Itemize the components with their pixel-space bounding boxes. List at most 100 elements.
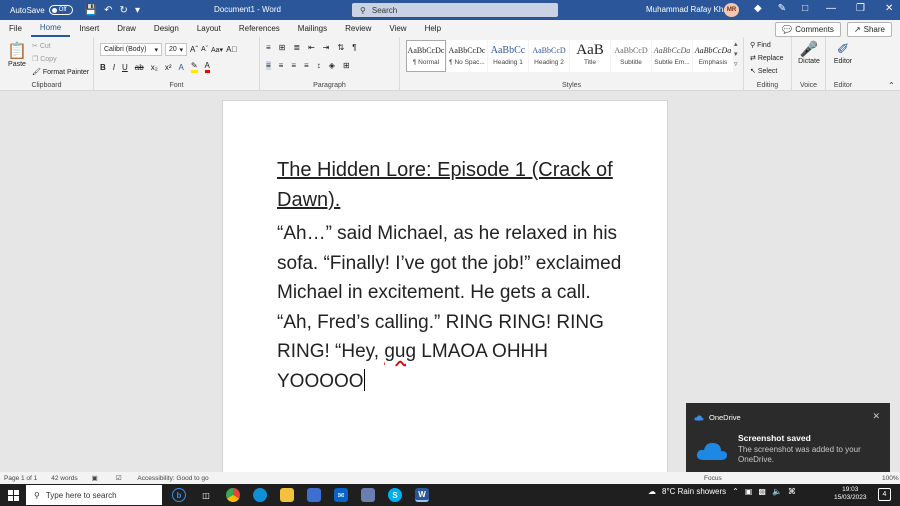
italic-icon[interactable]: I [113, 63, 115, 72]
copy-button[interactable]: ❐ Copy [32, 53, 89, 66]
find-button[interactable]: ⚲ Find [750, 39, 784, 52]
shrink-font-icon[interactable]: Aˇ [201, 46, 208, 53]
replace-button[interactable]: ⇄ Replace [750, 52, 784, 65]
style-heading-2[interactable]: AaBbCcD Heading 2 [529, 40, 569, 72]
style-subtitle[interactable]: AaBbCcD Subtitle [611, 40, 651, 72]
autosave[interactable]: AutoSave Off [10, 5, 73, 15]
superscript-icon[interactable]: x² [165, 63, 172, 72]
language-icon[interactable]: ⌘ [788, 487, 796, 496]
tab-insert[interactable]: Insert [70, 20, 108, 37]
highlight-icon[interactable]: ✎ [190, 61, 198, 73]
style-subtle-emphasis[interactable]: AaBbCcDa Subtle Em... [652, 40, 692, 72]
line-spacing-icon[interactable]: ↕ [317, 61, 321, 70]
start-button[interactable] [0, 489, 26, 501]
sort-icon[interactable]: ⇅ [337, 43, 344, 52]
word-taskbar-icon[interactable]: W [415, 488, 429, 502]
undo-icon[interactable]: ↶ [104, 5, 112, 16]
justify-icon[interactable]: ≡ [304, 61, 309, 70]
comments-button[interactable]: 💬 Comments [775, 22, 841, 37]
font-color-icon[interactable]: A [204, 61, 210, 73]
volume-icon[interactable]: 🔈 [772, 487, 782, 496]
align-right-icon[interactable]: ≡ [291, 61, 296, 70]
subscript-icon[interactable]: x₂ [151, 63, 158, 72]
pen-icon[interactable]: ✎ [778, 3, 786, 14]
share-button[interactable]: ↗ Share [846, 22, 892, 37]
restore-icon[interactable]: ❐ [856, 3, 865, 14]
editor-button[interactable]: ✐ Editor [827, 40, 859, 65]
tab-design[interactable]: Design [145, 20, 188, 37]
weather-icon[interactable]: ☁ [648, 487, 656, 496]
tab-draw[interactable]: Draw [108, 20, 145, 37]
avatar[interactable]: MR [724, 3, 739, 17]
save-icon[interactable]: 💾 [85, 5, 97, 16]
tab-home[interactable]: Home [30, 20, 71, 37]
page-count[interactable]: Page 1 of 1 [4, 475, 37, 482]
misspelled-word[interactable]: gug [384, 341, 416, 362]
tab-file[interactable]: File [0, 20, 31, 37]
minimize-icon[interactable]: — [826, 3, 836, 14]
display-icon[interactable]: ▩ [758, 487, 766, 496]
more-icon[interactable]: ▿ [734, 60, 742, 70]
styles-scroll[interactable]: ▴ ▾ ▿ [734, 40, 742, 72]
chevron-up-icon[interactable]: ▴ [734, 40, 742, 50]
style-emphasis[interactable]: AaBbCcDa Emphasis [693, 40, 733, 72]
dictate-button[interactable]: 🎤 Dictate [793, 40, 825, 65]
multilevel-list-icon[interactable]: ≣ [293, 43, 300, 52]
chrome-icon[interactable] [226, 488, 240, 502]
store-icon[interactable] [307, 488, 321, 502]
decrease-indent-icon[interactable]: ⇤ [308, 43, 315, 52]
bold-icon[interactable]: B [100, 63, 106, 72]
tab-review[interactable]: Review [336, 20, 380, 37]
file-explorer-icon[interactable] [280, 488, 294, 502]
redo-icon[interactable]: ↻ [120, 5, 128, 16]
align-left-icon[interactable]: ≡ [266, 61, 271, 70]
shading-icon[interactable]: ◈ [329, 61, 335, 70]
strikethrough-icon[interactable]: ab [135, 63, 144, 72]
pilcrow-icon[interactable]: ¶ [352, 43, 356, 52]
weather-text[interactable]: 8°C Rain showers [662, 487, 726, 496]
numbering-icon[interactable]: ⊞ [279, 43, 286, 52]
style-normal[interactable]: AaBbCcDc ¶ Normal [406, 40, 446, 72]
chevron-up-icon[interactable]: ⌃ [732, 487, 739, 496]
document-heading[interactable]: The Hidden Lore: Episode 1 (Crack of Daw… [277, 155, 627, 215]
underline-icon[interactable]: U [122, 63, 128, 72]
onedrive-notification[interactable]: OneDrive ✕ Screenshot saved The screensh… [686, 403, 890, 475]
tab-mailings[interactable]: Mailings [289, 20, 336, 37]
taskbar-search[interactable]: ⚲ Type here to search [26, 485, 162, 505]
accessibility-status[interactable]: ☑ Accessibility: Good to go [112, 474, 219, 482]
clock[interactable]: 19:03 15/03/2023 [834, 486, 867, 502]
notification-center-icon[interactable]: 4 [878, 488, 891, 501]
cut-button[interactable]: ✂ Cut [32, 40, 89, 53]
task-view-icon[interactable]: ◫ [199, 488, 213, 502]
font-name-select[interactable]: Calibri (Body) ▾ [100, 43, 162, 56]
chevron-down-icon[interactable]: ▾ [734, 50, 742, 60]
tab-view[interactable]: View [380, 20, 415, 37]
user-name[interactable]: Muhammad Rafay Khan [646, 5, 732, 14]
style-no-spacing[interactable]: AaBbCcDc ¶ No Spac... [447, 40, 487, 72]
mail-icon[interactable]: ✉ [334, 488, 348, 502]
zoom-level[interactable]: 100% [882, 475, 899, 482]
format-painter-button[interactable]: 🖌 Format Painter [32, 66, 89, 79]
document-page[interactable]: The Hidden Lore: Episode 1 (Crack of Daw… [222, 100, 668, 480]
font-size-select[interactable]: 20 ▾ [165, 43, 187, 56]
close-icon[interactable]: ✕ [872, 411, 880, 422]
grow-font-icon[interactable]: Aˆ [190, 45, 198, 54]
proofing-icon[interactable]: ▣ [92, 474, 98, 482]
text-effects-icon[interactable]: A [178, 63, 183, 72]
select-button[interactable]: ↖ Select [750, 65, 784, 78]
paste-button[interactable]: 📋 Paste [6, 41, 28, 68]
style-title[interactable]: AaB Title [570, 40, 610, 72]
tab-references[interactable]: References [230, 20, 289, 37]
customize-qat-icon[interactable]: ▾ [135, 5, 140, 16]
clear-formatting-icon[interactable]: A⃠ [226, 45, 237, 54]
style-heading-1[interactable]: AaBbCc Heading 1 [488, 40, 528, 72]
bullets-icon[interactable]: ≡ [266, 43, 271, 52]
borders-icon[interactable]: ⊞ [343, 61, 350, 70]
tab-layout[interactable]: Layout [188, 20, 230, 37]
ribbon-display-icon[interactable]: □ [802, 3, 808, 14]
snipping-tool-icon[interactable] [361, 488, 375, 502]
diamond-icon[interactable]: ◆ [754, 3, 762, 14]
close-icon[interactable]: ✕ [885, 3, 893, 14]
network-icon[interactable]: ▣ [745, 487, 753, 496]
document-body[interactable]: “Ah…” said Michael, as he relaxed in his… [277, 219, 627, 396]
